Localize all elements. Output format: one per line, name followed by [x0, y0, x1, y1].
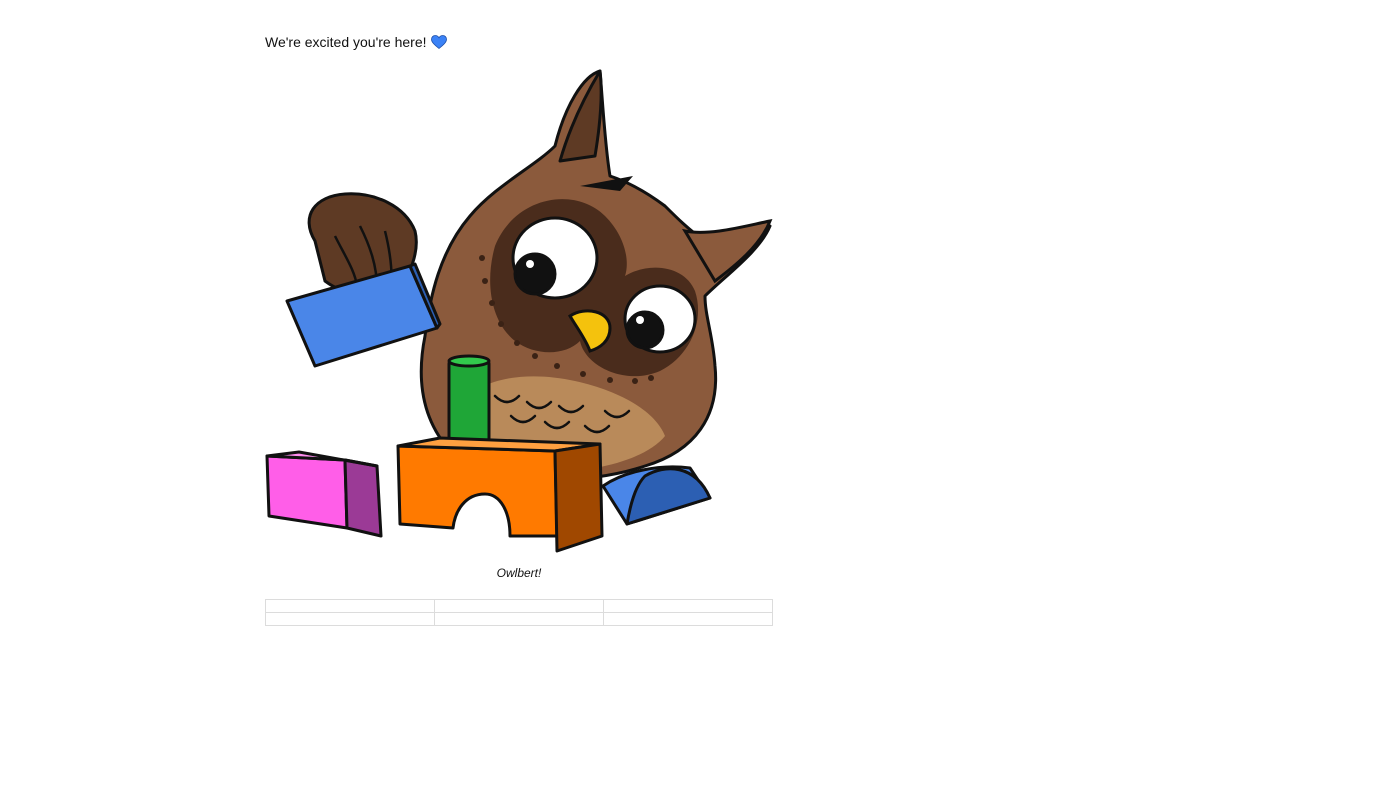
table-row	[265, 612, 773, 626]
table-row	[265, 599, 773, 613]
block-green	[447, 354, 491, 450]
table-cell	[434, 599, 604, 613]
welcome-text: We're excited you're here!	[265, 34, 427, 50]
block-orange	[396, 436, 604, 553]
table-cell	[434, 612, 604, 626]
block-pink	[265, 450, 383, 538]
owlbert-illustration	[265, 66, 773, 558]
table-cell	[265, 612, 435, 626]
owl-illustration	[265, 69, 773, 553]
table-cell	[265, 599, 435, 613]
blue-heart-icon	[430, 35, 447, 53]
page: We're excited you're here! Owlbert!	[0, 0, 1400, 800]
table-cell	[603, 612, 773, 626]
block-blue-held	[285, 262, 442, 368]
table-cell	[603, 599, 773, 613]
welcome-message: We're excited you're here!	[265, 33, 447, 53]
figure-caption: Owlbert!	[496, 566, 542, 580]
block-blue-right	[601, 465, 712, 526]
empty-table	[265, 599, 773, 626]
